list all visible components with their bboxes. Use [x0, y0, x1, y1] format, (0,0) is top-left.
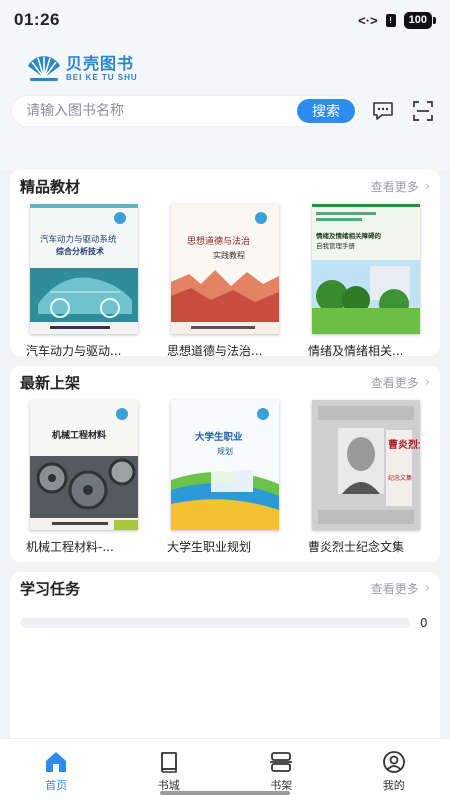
sim-alert-icon: !	[385, 13, 396, 27]
search-button[interactable]: 搜索	[297, 99, 355, 123]
cover-art-career: 大学生职业 规划	[171, 400, 279, 530]
view-more-label: 查看更多	[370, 581, 419, 596]
battery-level: 100	[403, 11, 432, 29]
status-bar: 01:26 <·> ! 100	[0, 0, 450, 40]
message-icon	[373, 102, 393, 120]
network-activity-icon: <·>	[358, 12, 378, 28]
cover-title: 汽车动力与驱动系统	[40, 234, 117, 245]
view-more-label: 查看更多	[370, 179, 419, 194]
book-item[interactable]: 思想道德与法治 实践教程 思想道德与法治...	[161, 202, 289, 359]
cover-subtitle: 自我管理手册	[316, 241, 356, 250]
cover-subtitle: 规划	[217, 446, 233, 456]
cover-subtitle: 纪念文集	[388, 474, 412, 482]
book-title: 大学生职业规划	[167, 540, 252, 554]
book-item[interactable]: 大学生职业 规划 大学生职业规划	[161, 398, 289, 555]
view-more-link[interactable]: 查看更多 ›	[371, 374, 430, 391]
profile-icon	[382, 751, 405, 773]
message-button[interactable]	[368, 96, 398, 126]
scan-icon	[413, 101, 433, 121]
book-list: 机械工程材料 机械工程材料-... 大学生职业 规划 大学生职业规划 曹炎烈 纪…	[20, 398, 430, 555]
section-header: 学习任务 查看更多 ›	[20, 572, 430, 604]
cover-title: 大学生职业	[195, 431, 243, 443]
bottom-tab-bar: 首页 书城 书架 我的	[0, 738, 450, 800]
cover-art-ethics: 思想道德与法治 实践教程	[171, 204, 279, 334]
search-input[interactable]	[26, 103, 297, 119]
book-title: 情绪及情绪相关...	[308, 344, 404, 358]
book-icon	[160, 752, 177, 773]
new-arrivals-section: 最新上架 查看更多 › 机械工程材料 机械工程材料-... 大学生职业 规划 大…	[10, 366, 440, 562]
cover-title: 情绪及情绪相关障碍的	[316, 231, 382, 240]
task-progress: 0	[20, 616, 430, 630]
progress-track	[20, 618, 410, 628]
app-header: 贝壳图书 BEI KE TU SHU 搜索	[0, 40, 450, 170]
view-more-link[interactable]: 查看更多 ›	[371, 178, 430, 195]
home-icon	[46, 752, 67, 772]
cover-subtitle: 综合分析技术	[56, 246, 104, 256]
section-title: 学习任务	[20, 579, 81, 598]
book-title: 曹炎烈士纪念文集	[308, 540, 405, 554]
status-icons: <·> ! 100	[358, 11, 436, 29]
tab-label: 首页	[45, 779, 68, 792]
book-item[interactable]: 汽车动力与驱动系统 综合分析技术 汽车动力与驱动...	[20, 202, 148, 359]
book-item[interactable]: 曹炎烈士 纪念文集 曹炎烈士纪念文集	[302, 398, 430, 555]
battery-icon: 100	[403, 11, 436, 29]
section-header: 最新上架 查看更多 ›	[20, 366, 430, 398]
cover-subtitle: 实践教程	[213, 250, 245, 260]
book-item[interactable]: 情绪及情绪相关障碍的 自我管理手册 情绪及情绪相关...	[302, 202, 430, 359]
chevron-right-icon: ›	[424, 178, 430, 194]
logo-text: 贝壳图书 BEI KE TU SHU	[66, 53, 138, 82]
logo-title: 贝壳图书	[66, 53, 135, 73]
bookshelf-icon	[270, 752, 293, 772]
book-item[interactable]: 机械工程材料 机械工程材料-...	[20, 398, 148, 555]
book-cover[interactable]: 曹炎烈士 纪念文集	[312, 400, 420, 530]
cover-title: 思想道德与法治	[187, 235, 250, 247]
book-cover[interactable]: 汽车动力与驱动系统 综合分析技术	[30, 204, 138, 334]
logo: 贝壳图书 BEI KE TU SHU	[12, 46, 438, 90]
status-time: 01:26	[14, 10, 60, 29]
book-cover[interactable]: 思想道德与法治 实践教程	[171, 204, 279, 334]
logo-subtitle: BEI KE TU SHU	[66, 72, 138, 82]
book-title: 机械工程材料-...	[26, 540, 114, 554]
search-row: 搜索	[12, 96, 438, 126]
tab-label: 我的	[382, 779, 405, 792]
scan-button[interactable]	[408, 96, 438, 126]
section-title: 精品教材	[20, 177, 81, 196]
cover-art-car: 汽车动力与驱动系统 综合分析技术	[30, 204, 138, 334]
tab-profile[interactable]: 我的	[338, 739, 450, 800]
shell-logo-icon	[28, 56, 60, 81]
home-indicator	[160, 791, 290, 795]
section-title: 最新上架	[20, 373, 81, 392]
book-title: 思想道德与法治...	[167, 344, 263, 358]
chevron-right-icon: ›	[424, 374, 430, 390]
cover-art-memorial: 曹炎烈士 纪念文集	[312, 400, 420, 530]
book-cover[interactable]: 大学生职业 规划	[171, 400, 279, 530]
chevron-right-icon: ›	[424, 580, 430, 596]
progress-value: 0	[420, 616, 428, 630]
view-more-link[interactable]: 查看更多 ›	[371, 580, 430, 597]
section-header: 精品教材 查看更多 ›	[20, 170, 430, 202]
book-cover[interactable]: 情绪及情绪相关障碍的 自我管理手册	[312, 204, 420, 334]
featured-section: 精品教材 查看更多 › 汽车动力与驱动系统 综合分析技术 汽车动力与驱动... …	[10, 170, 440, 359]
search-box: 搜索	[12, 96, 358, 126]
learning-tasks-section: 学习任务 查看更多 › 0	[10, 572, 440, 758]
cover-title: 机械工程材料	[52, 429, 106, 441]
book-list: 汽车动力与驱动系统 综合分析技术 汽车动力与驱动... 思想道德与法治 实践教程…	[20, 202, 430, 359]
cover-art-mechanical: 机械工程材料	[30, 400, 138, 530]
cover-title: 曹炎烈士	[388, 438, 420, 451]
battery-tip	[433, 16, 436, 24]
tab-home[interactable]: 首页	[0, 739, 113, 800]
book-cover[interactable]: 机械工程材料	[30, 400, 138, 530]
book-title: 汽车动力与驱动...	[26, 344, 122, 358]
cover-art-emotion: 情绪及情绪相关障碍的 自我管理手册	[312, 204, 420, 334]
view-more-label: 查看更多	[370, 375, 419, 390]
